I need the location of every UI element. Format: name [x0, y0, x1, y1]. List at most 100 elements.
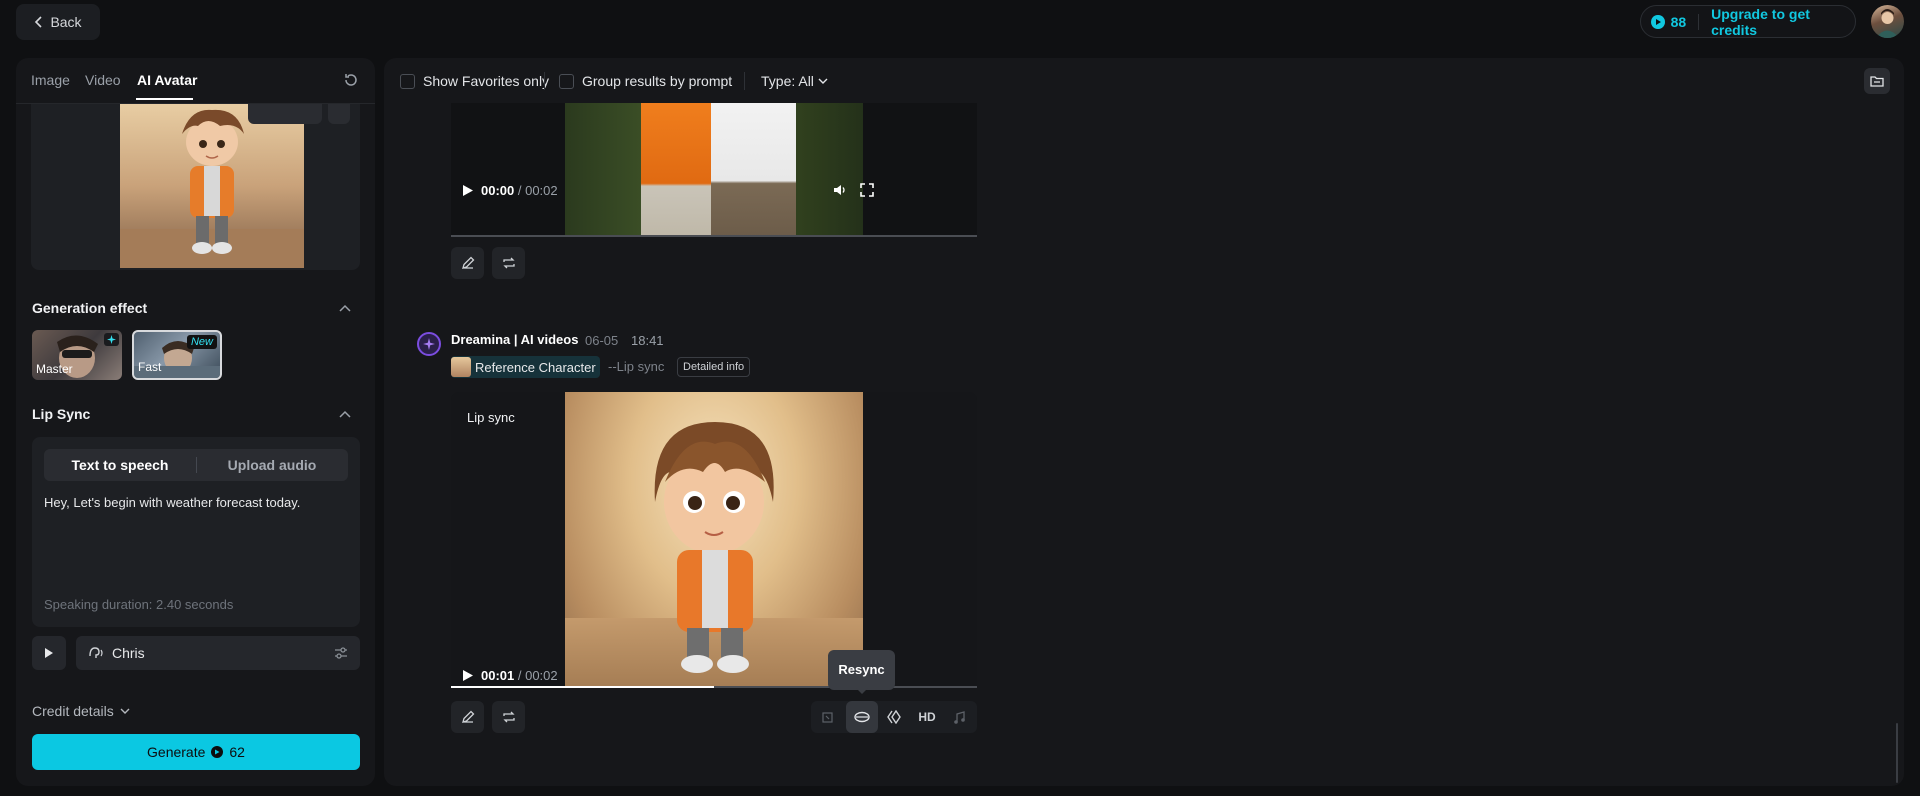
add-audio-button[interactable] — [943, 701, 975, 733]
result-date: 06-05 — [585, 333, 619, 348]
chevron-left-icon — [35, 16, 43, 28]
lip-sync-mode-switch: Text to speech Upload audio — [44, 449, 348, 481]
total-time: / 00:02 — [514, 668, 558, 683]
credit-details-label: Credit details — [32, 703, 114, 719]
effect-fast-option[interactable]: New Fast — [132, 330, 222, 380]
pill-divider — [1698, 13, 1700, 30]
active-tab-indicator — [136, 98, 193, 100]
back-label: Back — [50, 14, 82, 30]
edit-button[interactable] — [451, 701, 484, 733]
credit-coin-icon — [1651, 14, 1665, 29]
collapse-effect-icon[interactable] — [339, 304, 351, 312]
lip-sync-tag: --Lip sync — [608, 359, 665, 374]
edit-button[interactable] — [451, 247, 484, 279]
reference-character-image — [120, 104, 304, 268]
voice-name: Chris — [112, 645, 145, 661]
type-dropdown[interactable]: Type: All — [761, 73, 828, 89]
reset-icon[interactable] — [343, 72, 359, 88]
play-icon — [45, 648, 53, 658]
type-dropdown-label: Type: All — [761, 73, 814, 89]
crop-icon — [821, 711, 833, 723]
lip-sync-overlay-label: Lip sync — [467, 410, 515, 425]
dreamina-logo-icon — [417, 332, 441, 356]
group-checkbox[interactable] — [559, 74, 574, 89]
tab-image[interactable]: Image — [31, 72, 70, 88]
filter-divider — [744, 72, 745, 90]
replace-button[interactable] — [248, 104, 322, 124]
favorites-checkbox[interactable] — [400, 74, 415, 89]
lips-icon — [854, 711, 870, 723]
reference-character-chip[interactable]: Reference Character — [451, 356, 600, 378]
generation-effect-title: Generation effect — [32, 300, 148, 316]
results-scrollbar[interactable] — [1896, 723, 1898, 783]
tooltip-arrow — [856, 688, 868, 694]
mode-text-to-speech[interactable]: Text to speech — [46, 449, 194, 481]
video-player[interactable]: 00:00 / 00:02 — [451, 103, 977, 237]
reference-character-label: Reference Character — [475, 359, 596, 375]
video-frame — [565, 392, 863, 688]
generate-cost: 62 — [229, 744, 245, 760]
lip-sync-title: Lip Sync — [32, 406, 91, 422]
filter-divider — [544, 72, 545, 90]
effect-master-option[interactable]: Master — [32, 330, 122, 380]
effect-fast-label: Fast — [138, 360, 162, 374]
voice-icon — [89, 647, 103, 658]
volume-icon[interactable] — [833, 183, 848, 197]
hd-label: HD — [918, 710, 936, 724]
video-time: 00:00 / 00:02 — [481, 183, 558, 198]
result-time: 18:41 — [631, 333, 664, 348]
resync-button[interactable] — [846, 701, 878, 733]
resync-tooltip: Resync — [828, 650, 895, 690]
upgrade-link[interactable]: Upgrade to get credits — [1711, 6, 1855, 38]
chevron-down-icon — [120, 708, 130, 714]
folder-icon — [1870, 76, 1884, 87]
voice-settings-icon[interactable] — [334, 646, 348, 660]
voice-preview-button[interactable] — [32, 636, 66, 670]
folder-button[interactable] — [1864, 68, 1890, 94]
back-button[interactable]: Back — [16, 4, 100, 40]
current-time: 00:01 — [481, 668, 515, 683]
credit-details-toggle[interactable]: Credit details — [32, 703, 130, 719]
mode-upload-audio[interactable]: Upload audio — [198, 449, 346, 481]
play-icon[interactable] — [462, 669, 474, 682]
delete-reference-button[interactable] — [328, 104, 350, 124]
video-player[interactable]: Lip sync 00:01 / 00:02 — [451, 392, 977, 688]
favorites-label: Show Favorites only — [423, 73, 550, 89]
generate-button[interactable]: Generate 62 — [32, 734, 360, 770]
video-progress[interactable] — [451, 235, 977, 237]
result-title: Dreamina | AI videos — [451, 332, 579, 347]
video-tools-toolbar: HD — [811, 701, 977, 733]
crop-button[interactable] — [811, 701, 843, 733]
new-badge: New — [186, 335, 217, 349]
pencil-icon — [461, 256, 474, 269]
tab-video[interactable]: Video — [85, 72, 121, 88]
pencil-icon — [461, 710, 474, 723]
regenerate-button[interactable] — [492, 247, 525, 279]
credits-pill[interactable]: 88 Upgrade to get credits — [1640, 5, 1856, 38]
hd-upscale-button[interactable]: HD — [911, 701, 943, 733]
mode-tabs: Image Video AI Avatar — [16, 58, 375, 104]
video-subject — [641, 103, 711, 237]
mode-divider — [196, 457, 197, 473]
video-progress-fill — [451, 686, 714, 688]
sparkle-icon — [104, 333, 119, 346]
interpolate-button[interactable] — [879, 701, 911, 733]
user-avatar[interactable] — [1871, 5, 1904, 38]
voice-selector[interactable]: Chris — [76, 636, 360, 670]
filter-bar: Show Favorites only Group results by pro… — [384, 58, 1904, 104]
reference-image-box — [31, 104, 360, 270]
play-icon[interactable] — [462, 184, 474, 197]
repeat-icon — [502, 711, 515, 723]
speech-textarea[interactable]: Hey, Let's begin with weather forecast t… — [44, 495, 344, 510]
tab-ai-avatar[interactable]: AI Avatar — [137, 72, 197, 88]
fullscreen-icon[interactable] — [860, 183, 874, 197]
repeat-icon — [502, 257, 515, 269]
regenerate-button[interactable] — [492, 701, 525, 733]
speaking-duration: Speaking duration: 2.40 seconds — [44, 597, 234, 612]
video-frame — [565, 103, 863, 237]
credit-coin-icon — [211, 746, 224, 758]
video-subject — [711, 103, 796, 237]
detailed-info-button[interactable]: Detailed info — [677, 357, 751, 377]
collapse-lipsync-icon[interactable] — [339, 410, 351, 418]
video-time: 00:01 / 00:02 — [481, 668, 558, 683]
